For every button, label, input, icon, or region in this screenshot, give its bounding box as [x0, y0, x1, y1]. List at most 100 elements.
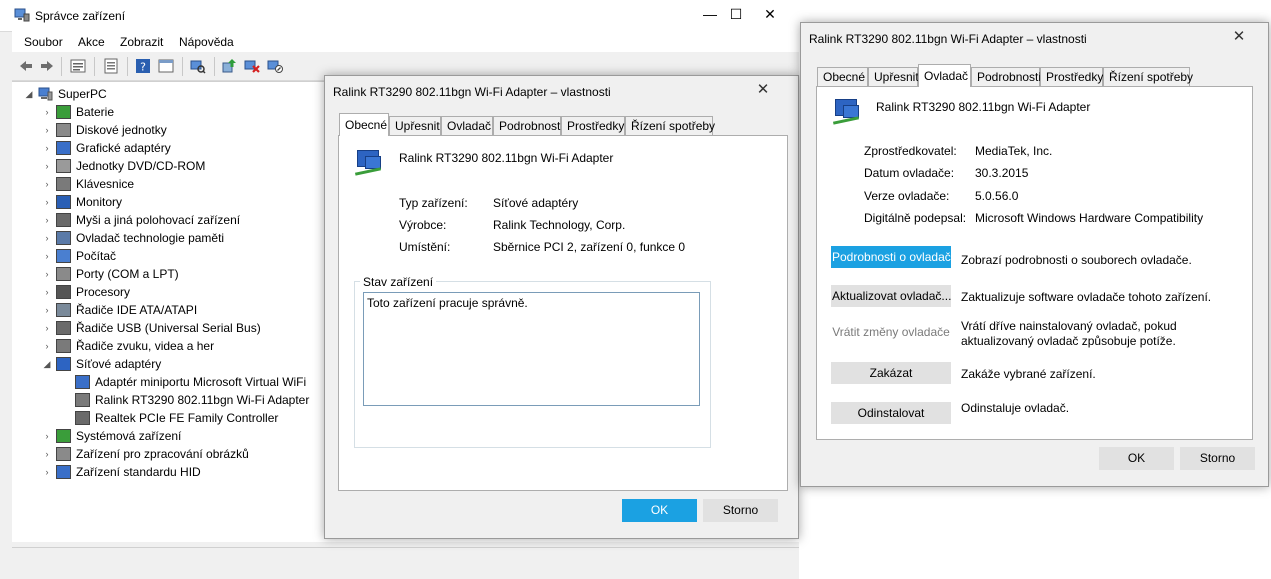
back-arrow-icon[interactable]	[18, 58, 34, 74]
device-category-icon	[56, 465, 71, 479]
collapse-arrow-icon[interactable]: ›	[42, 175, 52, 193]
device-category-icon	[56, 105, 71, 119]
uninstall-device-icon[interactable]	[244, 58, 260, 74]
device-category-icon	[56, 285, 71, 299]
menu-akce[interactable]: Akce	[78, 35, 105, 49]
toolbar-separator	[214, 57, 215, 76]
svg-text:?: ?	[140, 61, 146, 74]
disable-device-icon[interactable]	[267, 58, 283, 74]
update-driver-desc: Zaktualizuje software ovladače tohoto za…	[961, 290, 1212, 304]
tab-strip: Obecné Upřesnit Ovladač Podrobnosti Pros…	[815, 64, 1255, 87]
label-location: Umístění:	[399, 240, 451, 254]
toolbar-separator	[94, 57, 95, 76]
ok-button[interactable]: OK	[1099, 447, 1174, 470]
tree-item-label: Myši a jiná polohovací zařízení	[76, 213, 241, 227]
tab-obecne[interactable]: Obecné	[339, 113, 389, 136]
tab-podrobnosti[interactable]: Podrobnosti	[493, 116, 563, 135]
close-button[interactable]: ✕	[760, 5, 780, 23]
collapse-arrow-icon[interactable]: ›	[42, 229, 52, 247]
device-status-textbox[interactable]: Toto zařízení pracuje správně.	[363, 292, 700, 406]
ok-button[interactable]: OK	[622, 499, 697, 522]
tree-item-label: Procesory	[76, 285, 131, 299]
device-category-icon	[56, 249, 71, 263]
close-icon[interactable]: ✕	[1229, 28, 1249, 46]
device-category-icon	[56, 141, 71, 155]
tab-ovladac[interactable]: Ovladač	[918, 64, 971, 87]
tab-upresnit[interactable]: Upřesnit	[868, 67, 919, 86]
tree-item-label: Baterie	[76, 105, 115, 119]
tree-item-label: Ralink RT3290 802.11bgn Wi-Fi Adapter	[95, 393, 310, 407]
dialog-title: Ralink RT3290 802.11bgn Wi-Fi Adapter – …	[333, 85, 611, 99]
collapse-arrow-icon[interactable]: ›	[42, 211, 52, 229]
collapse-arrow-icon[interactable]: ›	[42, 103, 52, 121]
toolbar-separator	[127, 57, 128, 76]
collapse-arrow-icon[interactable]: ›	[42, 427, 52, 445]
update-driver-icon[interactable]	[221, 58, 237, 74]
menu-napoveda[interactable]: Nápověda	[179, 35, 234, 49]
collapse-arrow-icon[interactable]: ›	[42, 247, 52, 265]
collapse-arrow-icon[interactable]: ›	[42, 283, 52, 301]
tab-ovladac[interactable]: Ovladač	[441, 116, 493, 135]
properties-icon[interactable]	[70, 58, 86, 74]
close-icon[interactable]: ✕	[753, 81, 773, 99]
device-category-icon	[56, 321, 71, 335]
uninstall-driver-desc: Odinstaluje ovladač.	[961, 401, 1070, 415]
menu-zobrazit[interactable]: Zobrazit	[120, 35, 163, 49]
tab-podrobnosti[interactable]: Podrobnosti	[971, 67, 1041, 86]
collapse-arrow-icon[interactable]: ›	[42, 121, 52, 139]
tab-obecne[interactable]: Obecné	[817, 67, 868, 86]
cancel-button[interactable]: Storno	[703, 499, 778, 522]
collapse-arrow-icon[interactable]: ›	[42, 337, 52, 355]
view-list-icon[interactable]	[103, 58, 119, 74]
roll-back-driver-button[interactable]: Vrátit změny ovladače	[831, 321, 951, 343]
expand-arrow-icon[interactable]: ◢	[24, 85, 34, 103]
tab-panel: Ralink RT3290 802.11bgn Wi-Fi Adapter Zp…	[816, 86, 1253, 440]
label-provider: Zprostředkovatel:	[864, 144, 957, 158]
device-category-icon	[56, 195, 71, 209]
disable-device-button[interactable]: Zakázat	[831, 362, 951, 384]
device-category-icon	[75, 375, 90, 389]
tree-item-label: Adaptér miniportu Microsoft Virtual WiFi	[95, 375, 307, 389]
collapse-arrow-icon[interactable]: ›	[42, 139, 52, 157]
collapse-arrow-icon[interactable]: ›	[42, 463, 52, 481]
tab-prostredky[interactable]: Prostředky	[561, 116, 625, 135]
forward-arrow-icon[interactable]	[39, 58, 55, 74]
device-name: Ralink RT3290 802.11bgn Wi-Fi Adapter	[876, 100, 1091, 114]
label-driver-version: Verze ovladače:	[864, 189, 950, 203]
tree-item-label: Síťové adaptéry	[76, 357, 162, 371]
label-manufacturer: Výrobce:	[399, 218, 447, 232]
help-icon[interactable]: ?	[135, 58, 151, 74]
tab-rizeni-spotreby[interactable]: Řízení spotřeby	[625, 116, 715, 135]
device-status-label: Stav zařízení	[360, 275, 437, 289]
tab-prostredky[interactable]: Prostředky	[1040, 67, 1103, 86]
maximize-button[interactable]: ☐	[726, 5, 746, 23]
collapse-arrow-icon[interactable]: ›	[42, 193, 52, 211]
tree-item-label: Klávesnice	[76, 177, 135, 191]
minimize-button[interactable]: —	[700, 5, 720, 23]
tree-item-label: Zařízení pro zpracování obrázků	[76, 447, 249, 461]
value-location: Sběrnice PCI 2, zařízení 0, funkce 0	[493, 240, 686, 254]
menu-soubor[interactable]: Soubor	[24, 35, 63, 49]
update-driver-button[interactable]: Aktualizovat ovladač...	[831, 285, 951, 307]
device-category-icon	[56, 267, 71, 281]
collapse-arrow-icon[interactable]: ›	[42, 301, 52, 319]
properties-dialog-driver: Ralink RT3290 802.11bgn Wi-Fi Adapter – …	[800, 22, 1269, 487]
tab-strip: Obecné Upřesnit Ovladač Podrobnosti Pros…	[337, 113, 787, 136]
computer-icon	[38, 87, 53, 101]
collapse-arrow-icon[interactable]: ›	[42, 157, 52, 175]
uninstall-driver-button[interactable]: Odinstalovat	[831, 402, 951, 424]
cancel-button[interactable]: Storno	[1180, 447, 1255, 470]
tab-rizeni-spotreby[interactable]: Řízení spotřeby	[1103, 67, 1193, 86]
dm-title-bar[interactable]: Správce zařízení — ☐ ✕	[0, 0, 799, 32]
collapse-arrow-icon[interactable]: ›	[42, 265, 52, 283]
tab-upresnit[interactable]: Upřesnit	[389, 116, 441, 135]
console-icon[interactable]	[158, 58, 174, 74]
expand-arrow-icon[interactable]: ◢	[42, 355, 52, 373]
driver-details-button[interactable]: Podrobnosti o ovladači	[831, 246, 953, 268]
value-driver-version: 5.0.56.0	[975, 189, 1019, 203]
collapse-arrow-icon[interactable]: ›	[42, 445, 52, 463]
scan-hardware-icon[interactable]	[190, 58, 206, 74]
network-adapter-icon	[831, 97, 861, 127]
collapse-arrow-icon[interactable]: ›	[42, 319, 52, 337]
dm-window-title: Správce zařízení	[35, 9, 126, 23]
